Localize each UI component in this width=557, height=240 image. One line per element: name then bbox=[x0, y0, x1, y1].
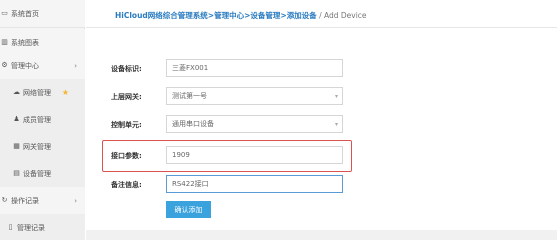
sidebar-item-operation-log[interactable]: ↻ 操作记录 › bbox=[0, 187, 85, 215]
sidebar-item-home[interactable]: ▭ 系统首页 bbox=[0, 0, 85, 28]
control-unit-selected-value: 通用串口设备 bbox=[172, 120, 214, 128]
device-id-label: 设备标识: bbox=[111, 65, 142, 73]
sidebar-item-management-center[interactable]: ⚙ 管理中心 › bbox=[0, 52, 85, 80]
gears-icon: ⚙ bbox=[1, 61, 8, 69]
main-content: HiCloud网络综合管理系统>管理中心>设备管理>添加设备 / Add Dev… bbox=[86, 0, 557, 240]
cloud-icon: ☁ bbox=[13, 88, 20, 96]
remarks-input[interactable] bbox=[166, 175, 343, 193]
form-row-gateway: 上层网关: 测试第一号 ▾ bbox=[86, 87, 557, 107]
sidebar-item-label: 管理中心 bbox=[11, 61, 39, 70]
control-unit-label: 控制单元: bbox=[111, 121, 142, 129]
device-id-input[interactable] bbox=[166, 59, 343, 77]
star-icon: ★ bbox=[61, 88, 69, 97]
confirm-add-button[interactable]: 确认添加 bbox=[166, 201, 211, 218]
sidebar-item-network[interactable]: ☁ 网络管理 ★ bbox=[0, 79, 85, 107]
chevron-right-icon: › bbox=[74, 196, 77, 205]
chevron-right-icon: › bbox=[74, 61, 77, 70]
gateway-selected-value: 测试第一号 bbox=[172, 92, 207, 100]
form-row-port-params: 接口参数: bbox=[86, 146, 557, 166]
users-icon: ♟ bbox=[13, 115, 20, 123]
breadcrumb-current-page: 添加设备 bbox=[286, 11, 317, 20]
sidebar-item-members[interactable]: ♟ 成员管理 bbox=[0, 106, 85, 134]
sidebar-item-label: 网络管理 bbox=[23, 88, 51, 97]
breadcrumb-link-system[interactable]: HiCloud网络综合管理系统 bbox=[115, 11, 208, 20]
remarks-label: 备注信息: bbox=[111, 181, 142, 189]
device-icon: ▤ bbox=[13, 169, 20, 177]
port-params-label: 接口参数: bbox=[111, 152, 142, 160]
home-icon: ▭ bbox=[1, 9, 8, 17]
sidebar-item-label: 系统图表 bbox=[11, 38, 39, 47]
sidebar-item-management-log[interactable]: ▯ 管理记录 bbox=[0, 214, 85, 240]
breadcrumb: HiCloud网络综合管理系统>管理中心>设备管理>添加设备 / Add Dev… bbox=[115, 10, 367, 21]
form-row-control-unit: 控制单元: 通用串口设备 ▾ bbox=[86, 115, 557, 135]
control-unit-select[interactable]: 通用串口设备 ▾ bbox=[166, 115, 343, 133]
chevron-down-icon: ▾ bbox=[334, 93, 338, 100]
gateway-label: 上层网关: bbox=[111, 93, 142, 101]
header-divider bbox=[86, 27, 557, 28]
sidebar-item-label: 操作记录 bbox=[11, 196, 39, 205]
sidebar-item-label: 网关管理 bbox=[23, 142, 51, 151]
footer-bar bbox=[86, 230, 557, 240]
port-params-input[interactable] bbox=[166, 146, 343, 164]
breadcrumb-english-title: / Add Device bbox=[316, 11, 367, 20]
sidebar: ▭ 系统首页 ▥ 系统图表 ⚙ 管理中心 › ☁ 网络管理 ★ ♟ 成员管理 ▦… bbox=[0, 0, 85, 240]
form-row-device-id: 设备标识: bbox=[86, 59, 557, 79]
sidebar-item-label: 成员管理 bbox=[23, 115, 51, 124]
sidebar-item-label: 系统首页 bbox=[11, 9, 39, 18]
form-row-remarks: 备注信息: bbox=[86, 175, 557, 195]
gateway-select[interactable]: 测试第一号 ▾ bbox=[166, 87, 343, 105]
sidebar-item-label: 设备管理 bbox=[23, 169, 51, 178]
breadcrumb-link-management-center[interactable]: 管理中心 bbox=[214, 11, 244, 20]
history-icon: ↻ bbox=[1, 196, 8, 204]
sidebar-item-devices[interactable]: ▤ 设备管理 bbox=[0, 160, 85, 188]
bar-chart-icon: ▥ bbox=[1, 38, 8, 46]
sidebar-item-label: 管理记录 bbox=[17, 223, 45, 232]
document-icon: ▯ bbox=[8, 223, 13, 231]
sidebar-item-gateways[interactable]: ▦ 网关管理 bbox=[0, 133, 85, 161]
chevron-down-icon: ▾ bbox=[334, 121, 338, 128]
grid-icon: ▦ bbox=[13, 142, 20, 150]
breadcrumb-link-device-management[interactable]: 设备管理 bbox=[250, 11, 280, 20]
